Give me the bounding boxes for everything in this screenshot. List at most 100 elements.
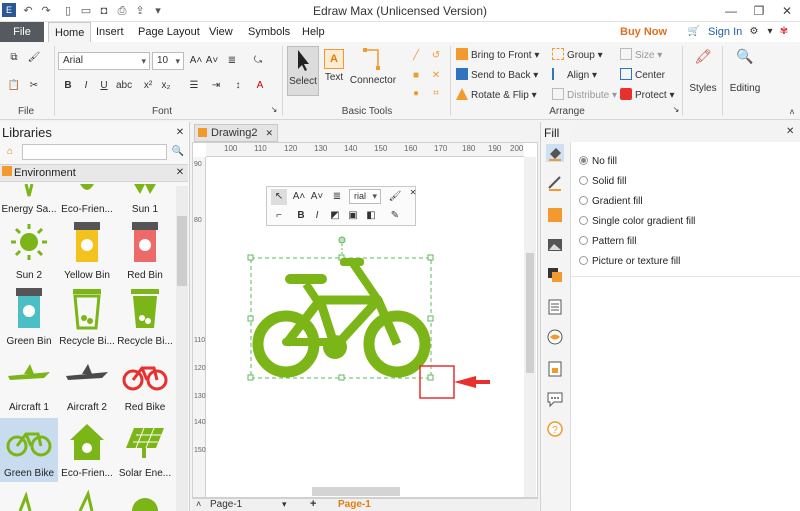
list-item[interactable]: Recycle Bi... xyxy=(116,286,174,350)
list-item[interactable]: Recycle Bi... xyxy=(58,286,116,350)
settings-gear-icon[interactable]: ⚙ xyxy=(746,24,762,40)
rotation-handle[interactable] xyxy=(338,236,346,244)
bold-button[interactable]: B xyxy=(293,208,309,224)
subscript-icon[interactable]: x₂ xyxy=(158,78,174,94)
fill-bucket-icon[interactable] xyxy=(546,144,564,162)
sign-in-link[interactable]: Sign In xyxy=(708,22,742,42)
tab-page-layout[interactable]: Page Layout xyxy=(132,22,206,42)
page-nav-up-icon[interactable]: ˄ xyxy=(196,499,201,509)
canvas-horizontal-scrollbar[interactable] xyxy=(312,487,400,496)
format-painter-icon[interactable]: 🖌 xyxy=(387,189,403,205)
send-to-back-button[interactable]: Send to Back ▾ xyxy=(456,68,538,83)
list-item[interactable]: Sun 1 xyxy=(116,184,174,216)
document-export-icon[interactable] xyxy=(546,360,564,378)
italic-button[interactable]: I xyxy=(78,78,94,94)
library-scrollbar[interactable] xyxy=(176,186,188,511)
tab-home[interactable]: Home xyxy=(48,22,92,42)
image-icon[interactable] xyxy=(546,236,564,254)
search-icon[interactable]: 🔍 xyxy=(170,144,186,160)
close-tab-icon[interactable]: ✕ xyxy=(265,125,273,141)
green-bike-shape[interactable] xyxy=(240,232,500,402)
rotate-flip-button[interactable]: Rotate & Flip ▾ xyxy=(456,88,537,103)
ellipse-tool-icon[interactable]: ● xyxy=(408,86,424,102)
close-toolbar-icon[interactable]: ✕ xyxy=(405,185,421,201)
font-size-combo[interactable]: 10 xyxy=(152,52,184,70)
increase-font-icon[interactable]: A˄ xyxy=(291,189,307,205)
cross-tool-icon[interactable]: ✕ xyxy=(428,68,444,84)
scrollbar-thumb[interactable] xyxy=(177,216,187,286)
document-tab[interactable]: Drawing2 ✕ xyxy=(194,124,278,142)
list-item[interactable]: Energy Sa... xyxy=(0,183,58,216)
crop-tool-icon[interactable]: ⌗ xyxy=(428,86,444,102)
comment-icon[interactable] xyxy=(546,390,564,408)
close-libraries-icon[interactable]: ✕ xyxy=(172,125,188,141)
list-item[interactable]: Red Bike xyxy=(116,352,174,416)
select-tool-button[interactable]: Select xyxy=(287,46,319,96)
arc-tool-icon[interactable]: ↺ xyxy=(428,48,444,64)
add-page-icon[interactable]: + xyxy=(310,498,316,510)
app-store-icon[interactable]: ✾ xyxy=(776,24,792,40)
arrange-icon[interactable]: ◧ xyxy=(363,208,379,224)
text-tool-button[interactable]: A Text xyxy=(322,46,346,96)
rectangle-tool-icon[interactable]: ■ xyxy=(408,68,424,84)
page-properties-icon[interactable] xyxy=(546,298,564,316)
minimize-button[interactable]: — xyxy=(720,2,742,20)
radio-button[interactable] xyxy=(579,236,588,245)
close-category-icon[interactable]: ✕ xyxy=(172,165,188,181)
styles-button[interactable]: 🖍 Styles xyxy=(686,48,720,108)
protect-button[interactable]: Protect ▾ xyxy=(620,88,675,103)
editing-button[interactable]: 🔍 Editing xyxy=(726,48,764,108)
list-item[interactable]: Green Bike xyxy=(0,418,58,482)
connector-tool-button[interactable]: Connector xyxy=(348,46,398,96)
maximize-button[interactable]: ❐ xyxy=(748,2,770,20)
radio-button[interactable] xyxy=(579,176,588,185)
fill-option-picture[interactable]: Picture or texture fill xyxy=(579,256,680,267)
list-item[interactable]: Solar Ene... xyxy=(116,418,174,482)
radio-button[interactable] xyxy=(579,156,588,165)
underline-button[interactable]: U xyxy=(96,78,112,94)
fill-option-single-color-gradient[interactable]: Single color gradient fill xyxy=(579,216,695,227)
list-item[interactable]: Yellow Bin xyxy=(58,220,116,284)
increase-font-icon[interactable]: A˄ xyxy=(188,53,204,69)
active-page-tab[interactable]: Page-1 xyxy=(338,499,371,510)
shape-style-icon[interactable]: ◩ xyxy=(327,208,343,224)
indent-icon[interactable]: ⇥ xyxy=(208,78,224,94)
collapse-ribbon-icon[interactable]: ˄ xyxy=(784,104,800,120)
font-dialog-launcher-icon[interactable]: ↘ xyxy=(266,102,282,118)
text-rotate-icon[interactable]: ⤿ xyxy=(250,53,266,69)
fill-option-pattern[interactable]: Pattern fill xyxy=(579,236,636,247)
tab-insert[interactable]: Insert xyxy=(90,22,130,42)
pointer-icon[interactable]: ↖ xyxy=(271,189,287,205)
align-text-icon[interactable]: ≣ xyxy=(224,53,240,69)
size-button[interactable]: Size ▾ xyxy=(620,48,662,63)
font-color-icon[interactable]: A xyxy=(252,78,268,94)
radio-button[interactable] xyxy=(579,216,588,225)
page-tab[interactable]: Page-1 xyxy=(210,499,242,510)
close-button[interactable]: ✕ xyxy=(776,2,798,20)
help-icon[interactable]: ? xyxy=(546,420,564,438)
list-item[interactable]: Aircraft 2 xyxy=(58,352,116,416)
strikethrough-icon[interactable]: abc xyxy=(116,78,132,94)
superscript-icon[interactable]: x² xyxy=(140,78,156,94)
canvas-vertical-scrollbar[interactable] xyxy=(524,157,536,497)
list-item[interactable]: Red Bin xyxy=(116,220,174,284)
paste-icon[interactable]: 📋 xyxy=(6,78,22,94)
bold-button[interactable]: B xyxy=(60,78,76,94)
list-item[interactable]: Sun 2 xyxy=(0,220,58,284)
align-text-icon[interactable]: ≣ xyxy=(329,189,345,205)
globe-icon[interactable] xyxy=(546,328,564,346)
tab-view[interactable]: View xyxy=(203,22,239,42)
group-icon[interactable]: ▣ xyxy=(345,208,361,224)
align-button[interactable]: Align ▾ xyxy=(552,68,597,83)
tab-help[interactable]: Help xyxy=(296,22,331,42)
font-name-combo[interactable]: Arial xyxy=(58,52,150,70)
fill-option-solid[interactable]: Solid fill xyxy=(579,176,626,187)
list-item[interactable]: Aircraft 1 xyxy=(0,352,58,416)
buy-now-link[interactable]: Buy Now xyxy=(620,22,667,42)
line-spacing-icon[interactable]: ↕ xyxy=(230,78,246,94)
layers-icon[interactable] xyxy=(546,266,564,284)
decrease-font-icon[interactable]: A˅ xyxy=(204,53,220,69)
cut-icon[interactable]: ✂ xyxy=(26,78,42,94)
edit-shape-icon[interactable]: ✎ xyxy=(387,208,403,224)
bring-to-front-button[interactable]: Bring to Front ▾ xyxy=(456,48,539,63)
